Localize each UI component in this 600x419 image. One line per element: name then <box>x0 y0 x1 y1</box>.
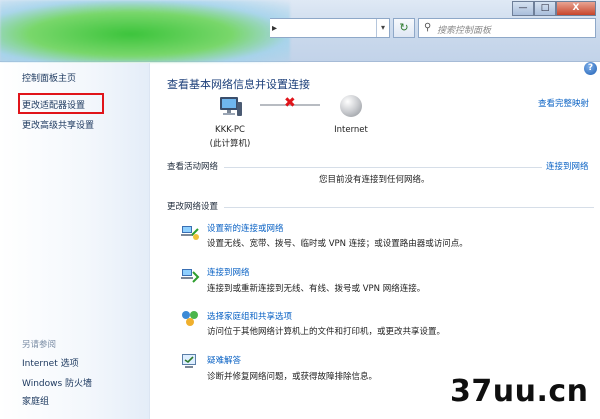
homegroup-link[interactable]: 选择家庭组和共享选项 <box>207 310 292 322</box>
change-settings-heading: 更改网络设置 <box>167 202 219 212</box>
search-placeholder: 搜索控制面板 <box>437 26 492 36</box>
troubleshoot-link[interactable]: 疑难解答 <box>207 354 241 366</box>
highlight-box <box>18 93 104 114</box>
connect-network-icon <box>181 269 200 283</box>
no-network-status: 您目前没有连接到任何网络。 <box>319 175 430 185</box>
sidebar-item-advanced-sharing[interactable]: 更改高级共享设置 <box>22 118 94 131</box>
full-map-link[interactable]: 查看完整映射 <box>538 97 589 109</box>
address-dropdown-button[interactable]: ▾ <box>376 19 389 37</box>
minimize-button[interactable]: — <box>512 1 534 16</box>
internet-label: Internet <box>334 125 368 135</box>
setup-connection-link[interactable]: 设置新的连接或网络 <box>207 222 284 234</box>
see-also-internet-options[interactable]: Internet 选项 <box>22 356 79 369</box>
title-bar: ▸ ▾ ↻ ⚲ 搜索控制面板 — □ X <box>0 0 600 62</box>
troubleshoot-icon <box>182 354 196 368</box>
homegroup-desc: 访问位于其他网络计算机上的文件和打印机，或更改共享设置。 <box>207 327 446 337</box>
divider <box>224 207 594 208</box>
pc-sub-label: (此计算机) <box>209 139 251 149</box>
window-controls: — □ X <box>512 1 596 16</box>
refresh-button[interactable]: ↻ <box>393 18 415 38</box>
connect-to-network-link[interactable]: 连接到网络 <box>546 160 589 172</box>
internet-globe-icon <box>340 95 362 117</box>
see-also-homegroup[interactable]: 家庭组 <box>22 394 49 407</box>
setup-connection-desc: 设置无线、宽带、拨号、临时或 VPN 连接；或设置路由器或访问点。 <box>207 239 468 249</box>
blurred-breadcrumb <box>0 0 290 62</box>
search-box[interactable]: ⚲ 搜索控制面板 <box>418 18 596 38</box>
left-pane: 控制面板主页 更改适配器设置 更改高级共享设置 另请参阅 Internet 选项… <box>0 63 150 419</box>
disconnected-icon: ✖ <box>284 95 296 111</box>
homegroup-icon <box>182 311 198 326</box>
divider <box>224 167 542 168</box>
see-also-heading: 另请参阅 <box>22 340 57 350</box>
address-bar[interactable]: ▸ <box>270 18 390 38</box>
see-also-firewall[interactable]: Windows 防火墙 <box>22 376 92 389</box>
help-icon[interactable]: ? <box>584 62 597 75</box>
maximize-button[interactable]: □ <box>534 1 556 16</box>
refresh-icon: ↻ <box>399 21 409 34</box>
breadcrumb-arrow-icon: ▸ <box>272 23 278 34</box>
watermark: 37uu.cn <box>450 374 589 409</box>
new-connection-icon <box>181 226 199 240</box>
connect-network-link[interactable]: 连接到网络 <box>207 266 250 278</box>
active-networks-heading: 查看活动网络 <box>167 162 219 172</box>
troubleshoot-desc: 诊断并修复网络问题，或获得故障排除信息。 <box>207 372 378 382</box>
page-title: 查看基本网络信息并设置连接 <box>167 78 310 91</box>
connect-network-desc: 连接到或重新连接到无线、有线、拨号或 VPN 网络连接。 <box>207 284 426 294</box>
search-icon: ⚲ <box>424 22 432 33</box>
computer-icon <box>220 97 242 116</box>
sidebar-item-home[interactable]: 控制面板主页 <box>22 71 76 84</box>
close-button[interactable]: X <box>556 1 596 16</box>
pc-name-label: KKK-PC <box>215 125 245 135</box>
